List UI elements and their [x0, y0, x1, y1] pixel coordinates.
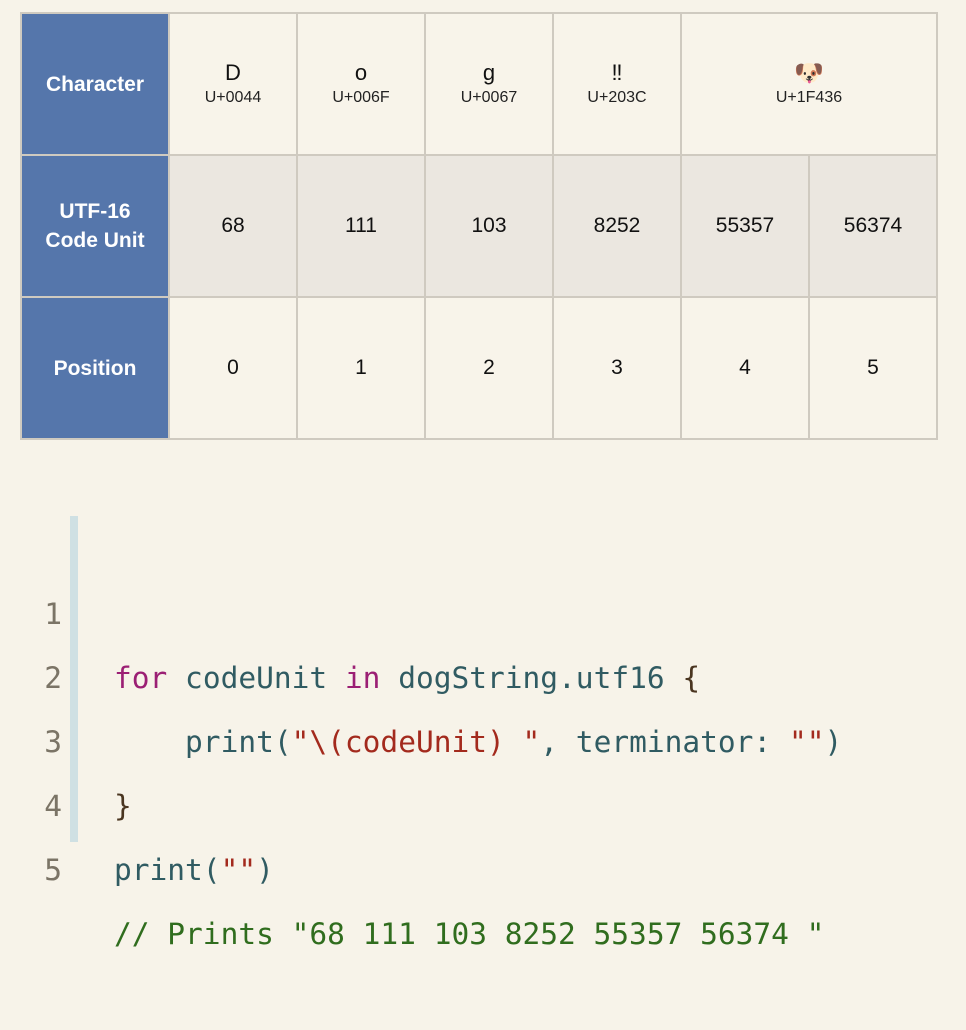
code-unit-cell: 8252 — [552, 154, 682, 298]
char-codepoint: U+203C — [587, 89, 647, 106]
char-codepoint: U+0044 — [204, 89, 262, 106]
code-unit-value: 111 — [345, 214, 377, 237]
string-token: "" — [220, 853, 257, 887]
code-unit-value: 55357 — [715, 214, 775, 237]
code-unit-value: 56374 — [843, 214, 903, 237]
utf16-table: Character D U+0044 o U+006F g U+0067 ‼ U… — [20, 12, 938, 440]
row-header-code-unit-line1: UTF-16 — [59, 200, 131, 223]
code-unit-cell: 68 — [168, 154, 298, 298]
position-value: 1 — [355, 356, 367, 379]
position-cell: 5 — [808, 296, 938, 440]
code-line: 3 } — [0, 646, 966, 823]
code-unit-value: 8252 — [593, 214, 641, 237]
position-value: 2 — [483, 356, 495, 379]
position-cell: 2 — [424, 296, 554, 440]
code-unit-cell: 111 — [296, 154, 426, 298]
code-text: print("") — [114, 838, 274, 902]
code-unit-cell: 103 — [424, 154, 554, 298]
code-line: 5 // Prints "68 111 103 8252 55357 56374… — [0, 774, 966, 951]
char-cell-double-exclamation: ‼ U+203C — [552, 12, 682, 156]
char-cell-o: o U+006F — [296, 12, 426, 156]
code-line: 2 print("\(codeUnit) ", terminator: "") — [0, 582, 966, 759]
row-header-code-unit-line2: Code Unit — [45, 229, 145, 252]
char-glyph: o — [354, 60, 368, 85]
position-value: 5 — [867, 356, 879, 379]
punctuation-token: ) — [256, 853, 274, 887]
char-cell-d: D U+0044 — [168, 12, 298, 156]
row-header-position: Position — [20, 296, 170, 440]
position-row: Position 0 1 2 3 4 5 — [20, 296, 938, 440]
char-codepoint: U+0067 — [460, 89, 518, 106]
char-glyph: ‼ — [611, 60, 623, 85]
position-cell: 3 — [552, 296, 682, 440]
row-header-character: Character — [20, 12, 170, 156]
code-line: 1 for codeUnit in dogString.utf16 { — [0, 518, 966, 695]
position-value: 3 — [611, 356, 623, 379]
code-unit-value: 68 — [221, 214, 245, 237]
code-block: 1 for codeUnit in dogString.utf16 { 2 pr… — [0, 516, 966, 951]
char-cell-dog-emoji: 🐶 U+1F436 — [680, 12, 938, 156]
comment-token: // Prints "68 111 103 8252 55357 56374 " — [114, 917, 825, 951]
position-value: 4 — [739, 356, 751, 379]
code-unit-cell: 55357 — [680, 154, 810, 298]
character-row: Character D U+0044 o U+006F g U+0067 ‼ U… — [20, 12, 938, 156]
identifier-token: print( — [114, 853, 221, 887]
char-glyph: D — [225, 60, 241, 85]
char-glyph: g — [482, 60, 496, 85]
code-unit-value: 103 — [471, 214, 507, 237]
code-text: // Prints "68 111 103 8252 55357 56374 " — [114, 902, 824, 966]
position-cell: 1 — [296, 296, 426, 440]
line-number: 5 — [44, 853, 62, 887]
row-header-code-unit: UTF-16 Code Unit — [20, 154, 170, 298]
char-codepoint: U+1F436 — [775, 89, 843, 106]
code-unit-row: UTF-16 Code Unit 68 111 103 8252 55357 5… — [20, 154, 938, 298]
char-cell-g: g U+0067 — [424, 12, 554, 156]
position-cell: 4 — [680, 296, 810, 440]
char-codepoint: U+006F — [332, 89, 390, 106]
position-value: 0 — [227, 356, 239, 379]
dog-face-icon: 🐶 — [794, 59, 824, 87]
code-line: 4 print("") — [0, 710, 966, 887]
position-cell: 0 — [168, 296, 298, 440]
code-unit-cell: 56374 — [808, 154, 938, 298]
